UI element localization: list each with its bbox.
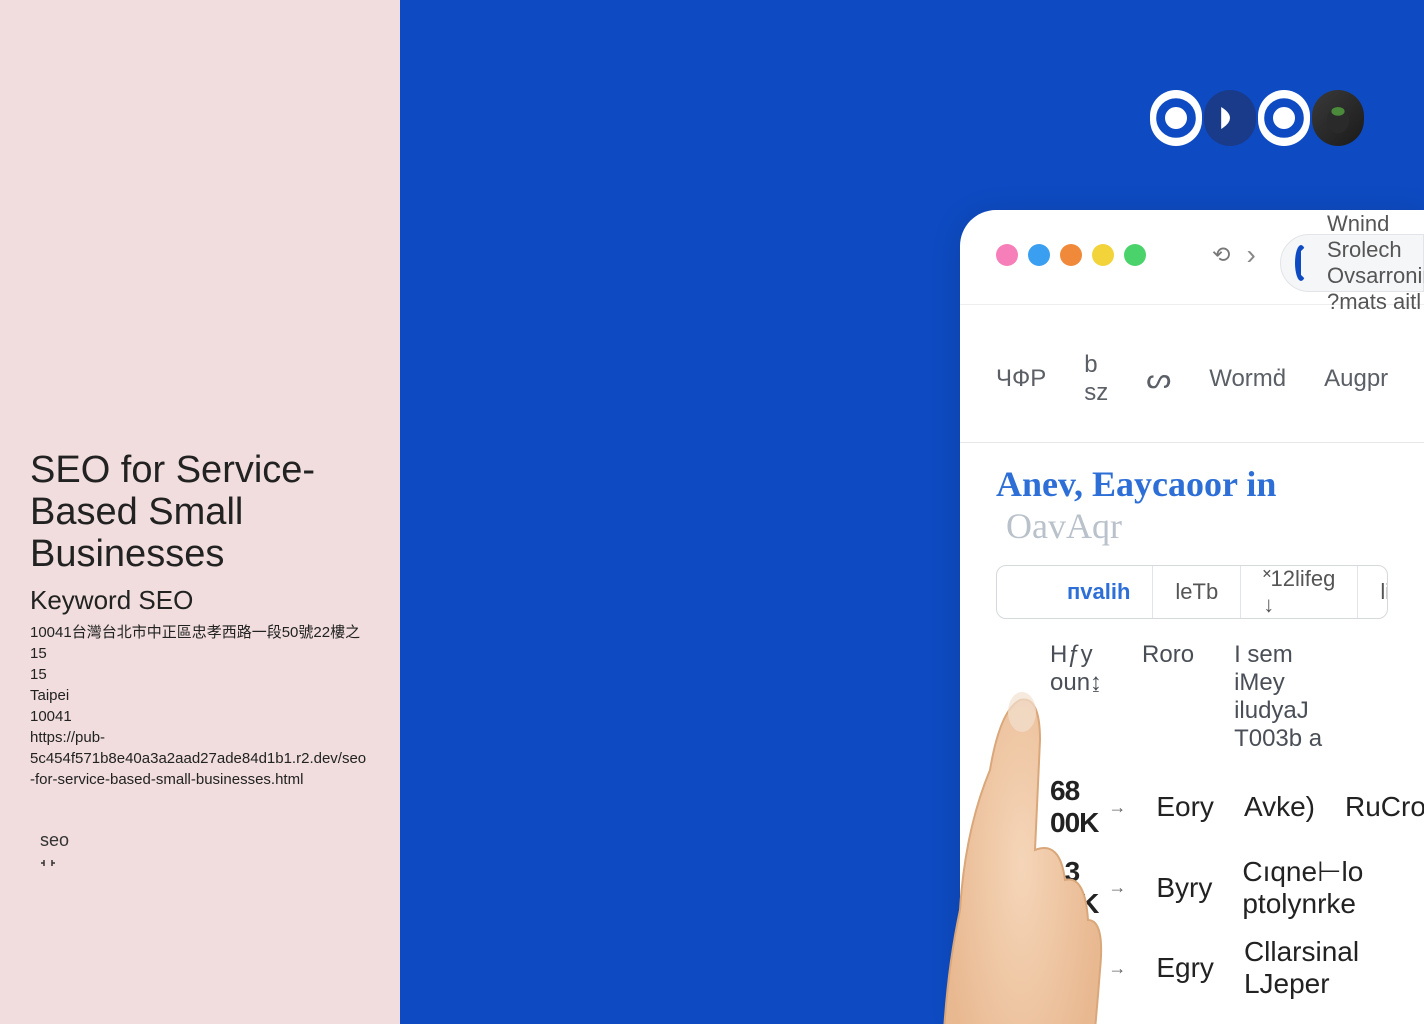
address-line: 10041 <box>30 706 370 727</box>
heading-main: Anev, Eaycaoor in <box>996 464 1276 504</box>
reload-icon[interactable]: ⟲ <box>1212 242 1230 268</box>
window-dot[interactable] <box>1028 244 1050 266</box>
row-tag: Byry <box>1156 872 1212 904</box>
address-bar[interactable]: Wnind Srolech Ovsarroning ?mats aitl ·· <box>1280 234 1424 292</box>
browser-window: ⟲ › Wnind Srolech Ovsarroning ?mats aitl… <box>960 210 1424 1024</box>
table-row[interactable]: 80 00K→BylxPonwП_Caurapednth <box>960 1008 1424 1024</box>
row-extra: Avke) <box>1244 791 1315 823</box>
address-line: Taipei <box>30 685 370 706</box>
row-label: RuCroves <box>1345 791 1424 823</box>
window-dot[interactable] <box>1060 244 1082 266</box>
seo-label: seo <box>40 830 370 851</box>
url-line: https://pub-5c454f571b8e40a3a2aad27ade84… <box>30 727 370 790</box>
window-dot[interactable] <box>996 244 1018 266</box>
col-header[interactable]: Hƒy oun↨ <box>1050 641 1102 753</box>
page-subtitle: Keyword SEO <box>30 585 370 616</box>
logo-glyph <box>1150 90 1202 146</box>
logo-glyph <box>1258 90 1310 146</box>
filter-cell[interactable]: ˟12lifeg ↓ <box>1241 566 1358 618</box>
window-controls[interactable] <box>996 244 1146 266</box>
tab-item-icon[interactable]: ᔕ <box>1146 362 1171 395</box>
row-tag: Egry <box>1156 952 1214 984</box>
window-dot[interactable] <box>1092 244 1114 266</box>
address-text: Wnind Srolech Ovsarroning ?mats aitl ·· <box>1327 211 1424 315</box>
tab-item[interactable]: ЧФР <box>996 365 1046 393</box>
main-panel: ⟲ › Wnind Srolech Ovsarroning ?mats aitl… <box>400 0 1424 1024</box>
row-label: Cıqne⊢lo ptolynrke <box>1242 855 1363 920</box>
filter-cell[interactable]: lion <box>1358 566 1388 618</box>
logo-glyph <box>1312 90 1364 146</box>
forward-icon[interactable]: › <box>1246 239 1255 271</box>
row-metric: 8I 00K <box>1050 936 1098 1000</box>
row-label: Cllarsinal LJeper <box>1244 936 1359 1000</box>
page-heading: Anev, Eaycaoor in OavAqr <box>960 443 1424 557</box>
tab-item[interactable]: b sz <box>1084 351 1108 407</box>
table-header: Hƒy oun↨ Roro I sem iMey iludyaJ T003b a <box>960 619 1424 767</box>
heading-faded: OavAqr <box>1006 506 1122 546</box>
table-body: 68 00K → Eory Avke) RuCroves 13 00K → Byry Cıqne… <box>960 767 1424 1024</box>
window-dot[interactable] <box>1124 244 1146 266</box>
tab-item[interactable]: Wormḋ <box>1209 365 1286 393</box>
trend-icon: → <box>1108 958 1126 979</box>
logo-glyph <box>1204 90 1256 146</box>
row-metric: 80 00K <box>1050 1016 1098 1024</box>
tab-item[interactable]: Augpr <box>1324 365 1388 393</box>
row-metric: 68 00K <box>1050 775 1098 839</box>
address-line: 15 <box>30 664 370 685</box>
sidebar: SEO for Service-Based Small Businesses K… <box>0 0 400 1024</box>
loading-spinner-icon <box>1295 245 1307 281</box>
trend-icon: → <box>1108 797 1126 818</box>
col-header[interactable]: Roro <box>1142 641 1194 753</box>
filter-cell[interactable]: пvalih <box>997 566 1153 618</box>
col-header[interactable]: I sem iMey iludyaJ T003b a <box>1234 641 1334 753</box>
expand-icon[interactable] <box>40 855 370 873</box>
address-line: 10041台灣台北市中正區忠孝西路一段50號22樓之15 <box>30 622 370 664</box>
table-row[interactable]: 8I 00K → Egry Cllarsinal LJeper <box>960 928 1424 1008</box>
row-metric: 13 00K <box>1050 856 1098 920</box>
filter-bar: пvalih leTb ˟12lifeg ↓ lion ⤴ TVk ↝ Exci… <box>996 565 1388 619</box>
row-tag: Eory <box>1156 791 1214 823</box>
filter-cell[interactable]: leTb <box>1153 566 1241 618</box>
table-row[interactable]: 68 00K → Eory Avke) RuCroves <box>960 767 1424 847</box>
tabs-row: ЧФР b sz ᔕ Wormḋ Augpr ƒ Tē Tigeŕv, | nl… <box>960 305 1424 443</box>
titlebar: ⟲ › Wnind Srolech Ovsarroning ?mats aitl… <box>960 210 1424 300</box>
table-row[interactable]: 13 00K → Byry Cıqne⊢lo ptolynrke <box>960 847 1424 928</box>
page-title: SEO for Service-Based Small Businesses <box>30 450 370 575</box>
trend-icon: → <box>1108 877 1126 898</box>
logo-row <box>1150 90 1364 146</box>
